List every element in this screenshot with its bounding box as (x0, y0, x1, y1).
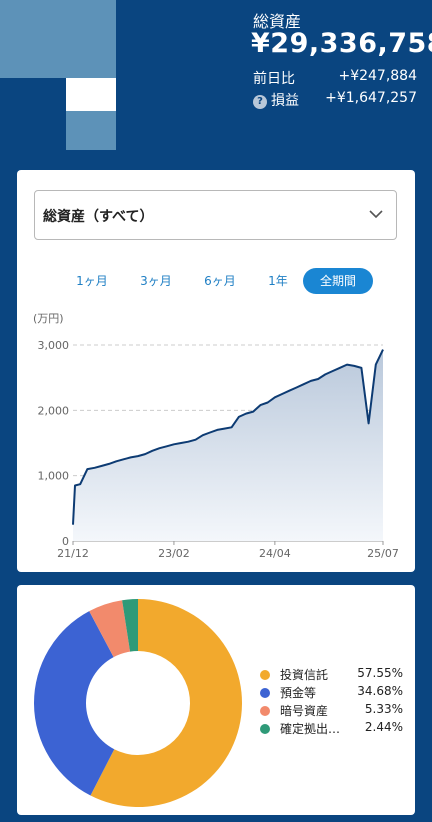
x-tick-label: 25/07 (367, 547, 399, 560)
legend-name: 暗号資産 (280, 704, 329, 718)
legend-dot (260, 724, 270, 734)
day-change-label: 前日比 (253, 71, 295, 87)
question-circle-icon[interactable]: ? (253, 95, 267, 109)
donut-slice[interactable] (33, 611, 115, 796)
chart-svg: (万円) 3,0002,0001,000021/12 23/02 24/04 25/0… (33, 312, 399, 560)
asset-type-select[interactable]: 総資産（すべて） (34, 190, 397, 240)
legend-dot (260, 670, 270, 680)
chevron-down-icon (369, 210, 383, 219)
profit-loss-label: 損益 (271, 93, 299, 109)
legend-percent: 5.33% (364, 702, 403, 716)
x-tick-label: 24/04 (259, 547, 291, 560)
asset-type-select-value: 総資産（すべて） (43, 209, 154, 225)
asset-chart-card: 総資産（すべて） 1ヶ月 3ヶ月 6ヶ月 1年 全期間 (万円) 3,000 2,… (17, 170, 415, 572)
y-tick-label: 2,000 (38, 404, 70, 417)
x-tick-label: 23/02 (158, 547, 190, 560)
tab-1-year[interactable]: 1年 (258, 268, 298, 294)
legend-item: 暗号資産 5.33% (258, 702, 403, 720)
profit-loss-value: +¥1,647,257 (325, 90, 417, 106)
day-change-value: +¥247,884 (338, 68, 417, 84)
chart-unit-label: (万円) (33, 312, 64, 325)
allocation-card: 投資信託 57.55% 預金等 34.68% 暗号資産 5.33% 確定拠出… … (17, 585, 415, 815)
y-tick-label: 3,000 (38, 339, 70, 352)
tab-all-period[interactable]: 全期間 (303, 268, 373, 294)
tab-1-month[interactable]: 1ヶ月 (67, 268, 117, 294)
legend-name: 確定拠出… (280, 722, 341, 736)
legend-name: 預金等 (280, 686, 317, 700)
period-tabs: 1ヶ月 3ヶ月 6ヶ月 1年 全期間 (17, 268, 415, 296)
legend-dot (260, 706, 270, 716)
x-tick-label: 21/12 (57, 547, 89, 560)
total-assets-value: ¥29,336,758 (251, 28, 432, 59)
legend-item: 確定拠出… 2.44% (258, 720, 403, 738)
legend-percent: 57.55% (357, 666, 403, 680)
legend-name: 投資信託 (280, 668, 329, 682)
legend-item: 投資信託 57.55% (258, 666, 403, 684)
legend-item: 預金等 34.68% (258, 684, 403, 702)
legend-percent: 34.68% (357, 684, 403, 698)
profit-loss-label-wrap: ? 損益 (253, 90, 299, 110)
area-fill (73, 349, 383, 541)
header: 総資産 ¥29,336,758 前日比 +¥247,884 ? 損益 +¥1,64… (0, 0, 432, 155)
allocation-donut-chart (33, 599, 243, 807)
legend-percent: 2.44% (364, 720, 403, 734)
app-logo (0, 0, 116, 150)
y-tick-label: 1,000 (38, 470, 70, 483)
asset-area-chart: (万円) 3,000 2,000 1,000 0 21/12 23/02 24/04 25/0… (17, 308, 415, 566)
allocation-legend: 投資信託 57.55% 預金等 34.68% 暗号資産 5.33% 確定拠出… … (258, 666, 403, 738)
tab-6-months[interactable]: 6ヶ月 (195, 268, 245, 294)
tab-3-months[interactable]: 3ヶ月 (131, 268, 181, 294)
legend-dot (260, 688, 270, 698)
